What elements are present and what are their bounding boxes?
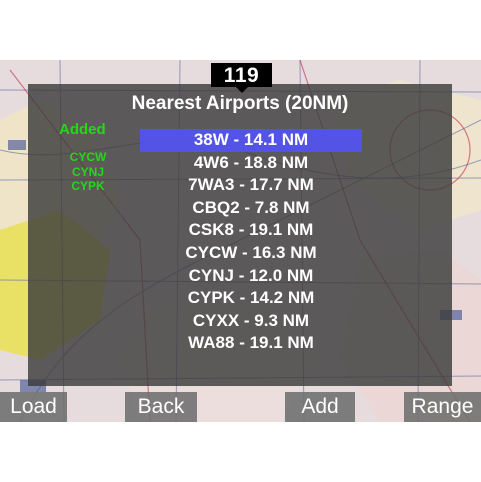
added-label: Added: [59, 121, 106, 138]
load-button[interactable]: Load: [0, 392, 67, 422]
nearest-airports-list: 38W - 14.1 NM 4W6 - 18.8 NM 7WA3 - 17.7 …: [140, 129, 362, 355]
airport-list-item[interactable]: CYNJ - 12.0 NM: [140, 265, 362, 288]
added-airport: CYNJ: [71, 164, 104, 179]
heading-indicator: 119: [211, 63, 272, 87]
added-airport: CYPK: [71, 179, 105, 193]
airport-list-item[interactable]: CYXX - 9.3 NM: [140, 310, 362, 333]
airport-list-item[interactable]: CBQ2 - 7.8 NM: [140, 197, 362, 220]
airport-list-item[interactable]: WA88 - 19.1 NM: [140, 332, 362, 355]
range-button[interactable]: Range: [404, 392, 481, 422]
add-button[interactable]: Add: [285, 392, 355, 422]
airport-list-item[interactable]: CSK8 - 19.1 NM: [140, 219, 362, 242]
back-button[interactable]: Back: [125, 392, 197, 422]
airport-list-item[interactable]: 7WA3 - 17.7 NM: [140, 174, 362, 197]
nearest-airports-screen: 119 Nearest Airports (20NM) Added CYCW C…: [0, 0, 481, 482]
airport-list-item-selected[interactable]: 38W - 14.1 NM: [140, 129, 362, 152]
airport-list-item[interactable]: CYPK - 14.2 NM: [140, 287, 362, 310]
softkey-bar: Load Back Add Range: [0, 392, 481, 422]
added-airport: CYCW: [69, 150, 107, 164]
airport-list-item[interactable]: 4W6 - 18.8 NM: [140, 152, 362, 175]
dialog-title: Nearest Airports (20NM): [131, 93, 349, 114]
added-airports-list: CYCW CYNJ CYPK: [55, 150, 121, 194]
airport-list-item[interactable]: CYCW - 16.3 NM: [140, 242, 362, 265]
